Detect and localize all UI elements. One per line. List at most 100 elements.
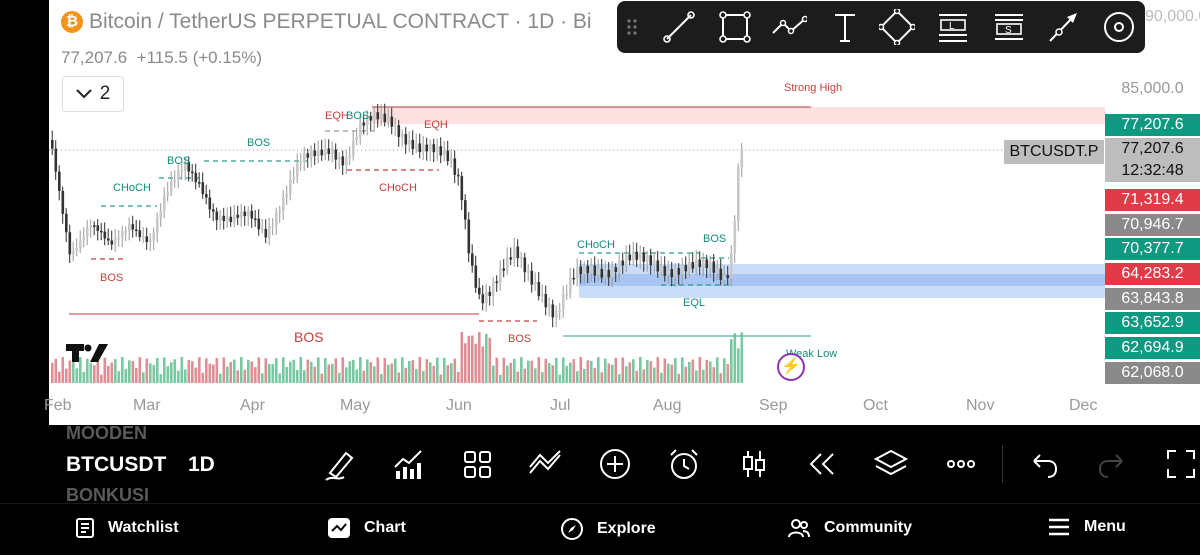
- candle-body: [478, 287, 481, 295]
- volume-bar: [579, 357, 583, 383]
- candle-body: [201, 182, 205, 195]
- nav-explore[interactable]: Explore: [561, 518, 656, 540]
- drag-handle-icon[interactable]: [621, 9, 645, 45]
- volume-bar: [565, 365, 569, 383]
- volume-bar: [292, 359, 296, 383]
- candle-body: [156, 217, 159, 233]
- volume-bar: [229, 361, 233, 383]
- lightning-icon[interactable]: ⚡: [777, 353, 805, 381]
- candle-body: [261, 228, 264, 231]
- time-label: Nov: [966, 397, 995, 414]
- candle-body: [226, 216, 229, 221]
- volume-bar: [569, 362, 572, 383]
- candle-body: [492, 281, 495, 296]
- candle-body: [275, 212, 278, 226]
- chart-pane[interactable]: ₿ Bitcoin / TetherUS PERPETUAL CONTRACT ·…: [49, 0, 1105, 385]
- candle-body: [282, 197, 285, 211]
- trend-line-icon[interactable]: [661, 9, 697, 45]
- fullscreen-icon[interactable]: [1164, 447, 1198, 481]
- volume-bar: [439, 374, 443, 383]
- interval-selector[interactable]: 1D: [188, 453, 215, 477]
- candle-body: [303, 153, 306, 162]
- volume-bar: [621, 357, 625, 383]
- candle-body: [306, 153, 310, 158]
- candle-body: [250, 210, 254, 219]
- candle-body: [530, 270, 534, 285]
- volume-bar: [660, 372, 663, 383]
- supply-zone: [372, 107, 1105, 124]
- nav-watchlist[interactable]: Watchlist: [76, 518, 179, 538]
- candle-body: [642, 252, 646, 262]
- volume-bar: [604, 358, 607, 383]
- add-icon[interactable]: [598, 447, 632, 481]
- candle-type-icon[interactable]: [737, 447, 771, 481]
- volume-bar: [460, 332, 464, 383]
- candle-body: [474, 265, 478, 288]
- volume-bar: [236, 370, 240, 383]
- choch-label-1: CHoCH: [113, 182, 151, 194]
- volume-bar: [264, 358, 268, 383]
- volume-bar: [453, 358, 457, 383]
- chevron-down-icon: [75, 89, 92, 99]
- time-axis[interactable]: Feb Mar Apr May Jun Jul Aug Sep Oct Nov Dec: [44, 385, 1200, 425]
- more-icon[interactable]: [944, 447, 978, 481]
- collapse-indicators-button[interactable]: 2: [62, 76, 124, 112]
- undo-icon[interactable]: [1026, 447, 1060, 481]
- short-position-icon[interactable]: S: [991, 9, 1027, 45]
- candle-body: [61, 190, 65, 214]
- symbol-selector[interactable]: BTCUSDT: [66, 453, 166, 477]
- volume-bar: [404, 367, 408, 383]
- compare-icon[interactable]: [528, 447, 562, 481]
- drawing-toolbar[interactable]: L S: [617, 1, 1145, 53]
- rectangle-icon[interactable]: [717, 9, 753, 45]
- watchlist-symbol-prev[interactable]: MOODEN: [66, 423, 147, 444]
- candle-body: [254, 218, 257, 220]
- candle-body: [411, 139, 415, 149]
- candle-body: [562, 294, 565, 311]
- candle-body: [537, 281, 541, 297]
- volume-bar: [222, 357, 226, 383]
- rotated-rectangle-icon[interactable]: [879, 9, 915, 45]
- path-icon[interactable]: [771, 9, 807, 45]
- candle-body: [481, 294, 485, 304]
- replay-icon[interactable]: [805, 447, 839, 481]
- volume-bar: [534, 368, 537, 383]
- arrow-icon[interactable]: [1045, 9, 1081, 45]
- templates-icon[interactable]: [460, 447, 494, 481]
- pencil-icon[interactable]: [322, 447, 356, 481]
- candle-body: [107, 238, 110, 241]
- volume-bar: [506, 365, 509, 383]
- candle-body: [586, 265, 590, 274]
- candle-body: [278, 210, 282, 213]
- volume-bar: [670, 364, 674, 383]
- volume-bar: [698, 357, 702, 383]
- volume-bar: [275, 358, 278, 383]
- text-icon[interactable]: [827, 9, 863, 45]
- redo-icon[interactable]: [1096, 447, 1130, 481]
- nav-community[interactable]: Community: [788, 518, 912, 538]
- settings-icon[interactable]: [1101, 9, 1137, 45]
- candle-body: [243, 211, 247, 217]
- candle-body: [96, 225, 100, 231]
- candle-body: [345, 157, 348, 166]
- nav-chart[interactable]: Chart: [328, 518, 406, 538]
- long-position-icon[interactable]: L: [935, 9, 971, 45]
- candle-body: [180, 170, 184, 172]
- volume-bar: [324, 358, 327, 383]
- candle-body: [425, 144, 429, 152]
- nav-menu[interactable]: Menu: [1048, 518, 1126, 536]
- volume-bar: [401, 357, 404, 383]
- candle-body: [68, 232, 72, 255]
- time-label: Aug: [653, 397, 682, 414]
- volume-bar: [572, 359, 576, 383]
- symbol-title: ₿ Bitcoin / TetherUS PERPETUAL CONTRACT ·…: [61, 10, 592, 34]
- volume-bar: [558, 374, 562, 383]
- candle-body: [394, 125, 397, 127]
- alert-clock-icon[interactable]: [667, 447, 701, 481]
- volume-bar: [159, 374, 163, 383]
- layers-icon[interactable]: [874, 447, 908, 481]
- price-axis[interactable]: 85,000.0 77,207.6 77,207.6 12:32:48 71,319.…: [1105, 0, 1200, 385]
- volume-bar: [373, 366, 376, 383]
- indicators-icon[interactable]: [391, 447, 425, 481]
- volume-bar: [695, 370, 698, 383]
